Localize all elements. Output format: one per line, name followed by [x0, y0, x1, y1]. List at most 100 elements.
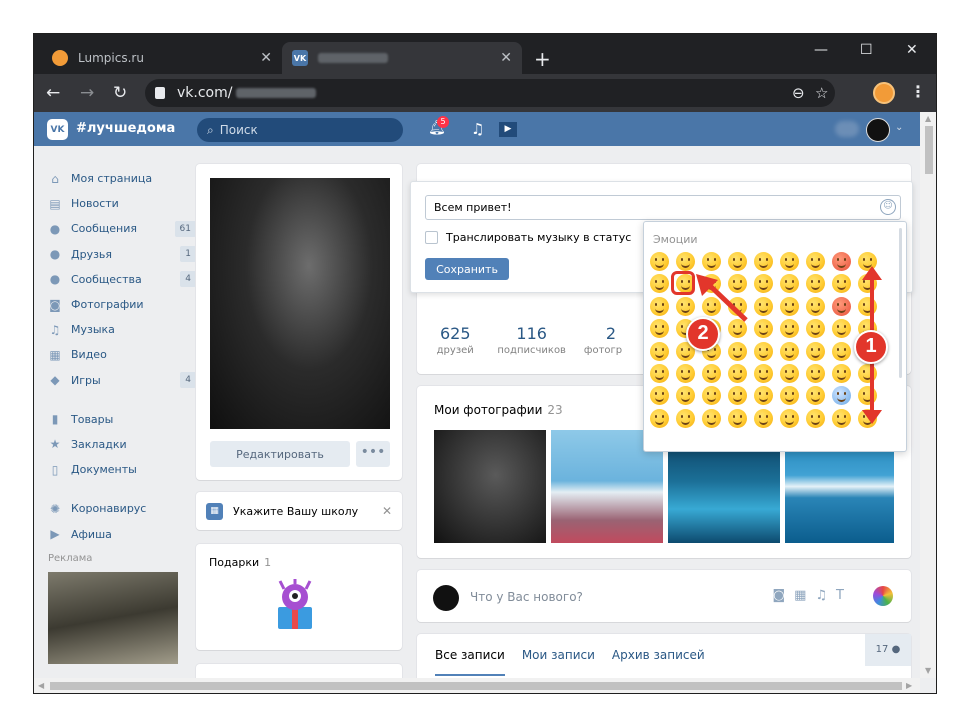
- tab-my-posts[interactable]: Мои записи: [522, 648, 595, 676]
- chrome-profile-avatar[interactable]: [873, 82, 895, 104]
- photo-thumb[interactable]: [434, 430, 546, 543]
- emoji-icon[interactable]: [650, 296, 669, 316]
- minimize-button[interactable]: —: [814, 42, 828, 58]
- emoji-icon[interactable]: [702, 252, 721, 271]
- emoji-icon[interactable]: [806, 296, 825, 316]
- tab-archive[interactable]: Архив записей: [612, 648, 705, 676]
- emoji-icon[interactable]: [702, 408, 721, 428]
- emoji-icon[interactable]: [780, 363, 799, 383]
- status-input[interactable]: Всем привет! ☺: [425, 195, 901, 220]
- wall-count-badge[interactable]: 17 ●: [865, 634, 911, 666]
- emoji-icon[interactable]: [754, 252, 773, 271]
- counter-followers[interactable]: 116 подписчиков: [493, 324, 569, 356]
- header-hashtag[interactable]: #лучшедома: [76, 121, 175, 136]
- emoji-icon[interactable]: [650, 274, 669, 294]
- edit-profile-button[interactable]: Редактировать: [210, 441, 350, 467]
- maximize-button[interactable]: ☐: [860, 42, 873, 58]
- emoji-icon[interactable]: [754, 274, 773, 294]
- zoom-icon[interactable]: ⊖: [792, 84, 805, 102]
- emoji-icon[interactable]: [650, 408, 669, 428]
- tab-lumpics[interactable]: Lumpics.ru ✕: [42, 42, 282, 74]
- reload-button[interactable]: ↻: [113, 83, 127, 103]
- broadcast-music-checkbox[interactable]: Транслировать музыку в статус: [425, 231, 631, 244]
- address-bar[interactable]: vk.com/ ⊖ ☆: [145, 79, 835, 107]
- back-button[interactable]: ←: [46, 83, 60, 103]
- emoji-icon[interactable]: [650, 341, 669, 361]
- emoji-icon[interactable]: [754, 319, 773, 339]
- vertical-scrollbar[interactable]: ▲ ▼: [920, 112, 936, 678]
- emoji-scrollbar[interactable]: [899, 228, 902, 378]
- counter-photos[interactable]: 2 фотогр: [570, 324, 647, 356]
- counter-friends[interactable]: 625 друзей: [417, 324, 493, 356]
- user-avatar[interactable]: [866, 118, 890, 142]
- emoji-icon[interactable]: [676, 296, 695, 316]
- emoji-icon[interactable]: [806, 252, 825, 271]
- sidebar-item[interactable]: ▤ Новости: [48, 191, 188, 216]
- emoji-icon[interactable]: [754, 296, 773, 316]
- emoji-icon[interactable]: [832, 252, 851, 271]
- emoji-icon[interactable]: [806, 363, 825, 383]
- sidebar-item[interactable]: ★ Закладки: [48, 432, 188, 457]
- sidebar-item[interactable]: ✺ Коронавирус: [48, 496, 188, 521]
- horizontal-scrollbar[interactable]: ◀ ▶: [34, 678, 920, 693]
- emoji-icon[interactable]: [858, 363, 877, 383]
- music-icon[interactable]: ♫: [471, 120, 484, 138]
- emoji-icon[interactable]: [754, 408, 773, 428]
- emoji-icon[interactable]: [676, 252, 695, 271]
- palette-icon[interactable]: [873, 586, 893, 606]
- emoji-icon[interactable]: [728, 386, 747, 406]
- emoji-icon[interactable]: [780, 252, 799, 271]
- emoji-icon[interactable]: [754, 363, 773, 383]
- sidebar-item[interactable]: ▯ Документы: [48, 457, 188, 482]
- vk-logo-icon[interactable]: VK: [47, 119, 68, 140]
- sidebar-item[interactable]: ▶ Афиша: [48, 521, 188, 546]
- sidebar-item[interactable]: ● Сообщения 61: [48, 216, 196, 241]
- attach-icons[interactable]: ◙▦♫T: [773, 588, 854, 603]
- checkbox-box[interactable]: [425, 231, 438, 244]
- post-input[interactable]: Что у Вас нового?: [470, 590, 583, 604]
- chrome-menu-icon[interactable]: ⋮: [910, 82, 926, 101]
- emoji-icon[interactable]: [806, 408, 825, 428]
- sidebar-item[interactable]: ● Сообщества 4: [48, 267, 196, 292]
- emoji-icon[interactable]: [676, 386, 695, 406]
- emoji-icon[interactable]: [676, 363, 695, 383]
- sidebar-item[interactable]: ◆ Игры 4: [48, 368, 196, 393]
- emoji-icon[interactable]: [754, 341, 773, 361]
- search-input[interactable]: ⌕ Поиск: [197, 118, 403, 142]
- ad-image[interactable]: [48, 571, 178, 664]
- emoji-icon[interactable]: [832, 319, 851, 339]
- scroll-thumb[interactable]: [925, 126, 933, 174]
- sidebar-item[interactable]: ⌂ Моя страница: [48, 166, 188, 191]
- sidebar-item[interactable]: ◙ Фотографии: [48, 292, 188, 317]
- emoji-icon[interactable]: [832, 296, 851, 316]
- emoji-icon[interactable]: [806, 341, 825, 361]
- emoji-icon[interactable]: [806, 274, 825, 294]
- emoji-icon[interactable]: [728, 252, 747, 271]
- emoji-icon[interactable]: [832, 341, 851, 361]
- scroll-down-icon[interactable]: ▼: [925, 666, 931, 675]
- forward-button[interactable]: →: [80, 83, 94, 103]
- tab-close-icon[interactable]: ✕: [500, 50, 512, 66]
- scroll-left-icon[interactable]: ◀: [38, 681, 44, 690]
- scroll-thumb[interactable]: [50, 682, 902, 690]
- emoji-icon[interactable]: [780, 386, 799, 406]
- emoji-icon[interactable]: [702, 386, 721, 406]
- gift-image[interactable]: [274, 579, 316, 631]
- emoji-icon[interactable]: [780, 341, 799, 361]
- emoji-icon[interactable]: [728, 363, 747, 383]
- more-button[interactable]: •••: [356, 441, 390, 467]
- emoji-icon[interactable]: [806, 386, 825, 406]
- scroll-right-icon[interactable]: ▶: [906, 681, 912, 690]
- gifts-title[interactable]: Подарки 1: [209, 556, 271, 569]
- emoji-icon[interactable]: [780, 296, 799, 316]
- tab-close-icon[interactable]: ✕: [260, 50, 272, 66]
- photos-title[interactable]: Мои фотографии 23: [434, 403, 563, 417]
- emoji-icon[interactable]: [832, 408, 851, 428]
- emoji-icon[interactable]: [806, 319, 825, 339]
- emoji-icon[interactable]: [780, 408, 799, 428]
- emoji-icon[interactable]: [832, 386, 851, 406]
- sidebar-item[interactable]: ● Друзья 1: [48, 242, 196, 267]
- bookmark-star-icon[interactable]: ☆: [815, 84, 828, 102]
- emoji-icon[interactable]: [650, 252, 669, 271]
- emoji-icon[interactable]: [676, 408, 695, 428]
